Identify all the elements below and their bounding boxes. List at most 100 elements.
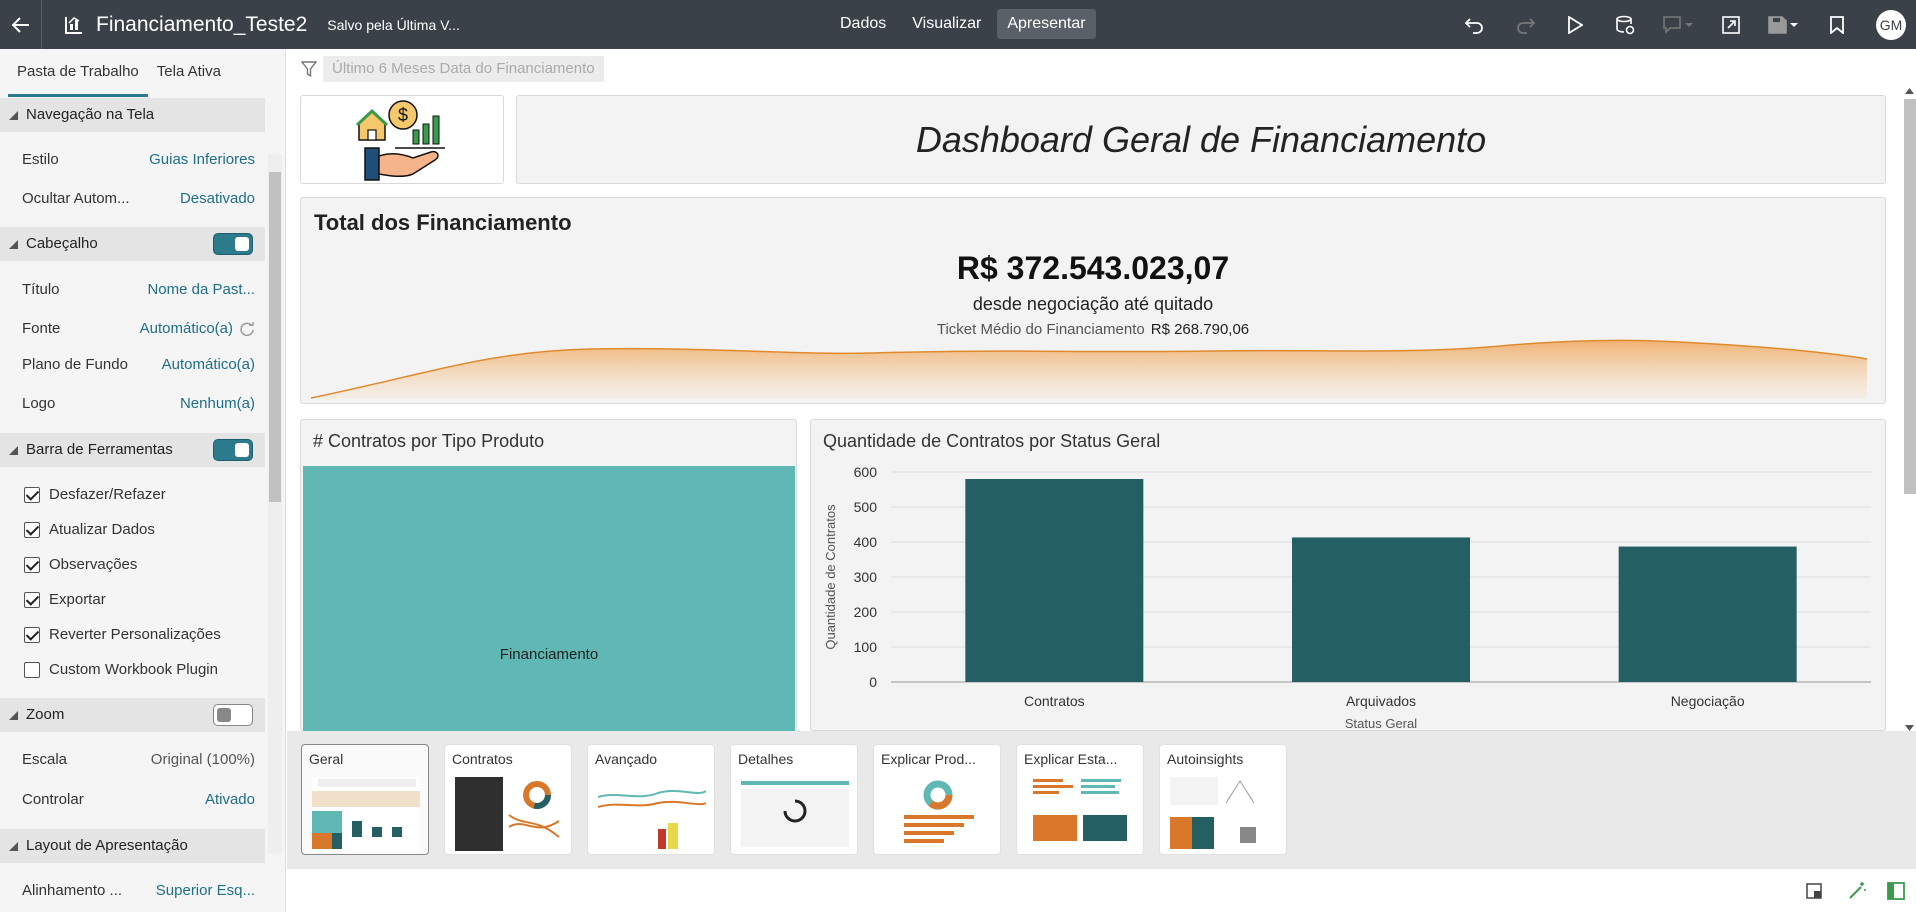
x-tick-label: Arquivados: [1346, 693, 1416, 709]
prop-key: Controlar: [22, 791, 84, 808]
x-tick-label: Contratos: [1024, 693, 1085, 709]
canvas-scrollbar[interactable]: [1902, 87, 1916, 731]
workbook-title[interactable]: Financiamento_Teste2: [96, 13, 307, 37]
scroll-up-icon[interactable]: [1905, 87, 1914, 94]
canvas-thumb-detalhes[interactable]: Detalhes: [730, 744, 858, 855]
prop-value[interactable]: Automático(a): [140, 311, 233, 347]
header-toggle[interactable]: [213, 233, 253, 255]
prop-value[interactable]: Nenhum(a): [180, 386, 255, 422]
bookmark-icon: [1830, 15, 1844, 34]
thumb-label: Explicar Prod...: [881, 751, 976, 767]
checkbox-icon: [24, 557, 40, 573]
checkbox-observacoes[interactable]: Observações: [24, 550, 137, 580]
save-button[interactable]: [1756, 0, 1812, 49]
total-value: R$ 372.543.023,07: [956, 250, 1230, 286]
comments-button[interactable]: [1650, 0, 1706, 49]
bar[interactable]: [965, 479, 1144, 682]
checkbox-label: Atualizar Dados: [49, 521, 155, 538]
canvas-thumb-contratos[interactable]: Contratos: [444, 744, 572, 855]
dashboard-canvas: Último 6 Meses Data do Financiamento $ D…: [287, 49, 1916, 732]
prop-value[interactable]: Ativado: [205, 782, 255, 818]
bar-chart-title: Quantidade de Contratos por Status Geral: [823, 431, 1161, 451]
section-label: Barra de Ferramentas: [26, 441, 173, 458]
total-card[interactable]: Total dos Financiamento R$ 372.543.023,0…: [300, 197, 1886, 404]
section-cabecalho[interactable]: Cabeçalho: [0, 227, 265, 261]
prop-plano-de-fundo: Plano de Fundo Automático(a): [22, 347, 265, 383]
prop-key: Plano de Fundo: [22, 356, 128, 373]
prop-value[interactable]: Original (100%): [151, 742, 255, 778]
section-layout[interactable]: Layout de Apresentação: [0, 829, 265, 863]
treemap-card[interactable]: # Contratos por Tipo Produto Financiamen…: [300, 419, 797, 732]
tab-pasta-de-trabalho[interactable]: Pasta de Trabalho: [8, 49, 148, 97]
play-button[interactable]: [1550, 0, 1600, 49]
scrollbar-thumb[interactable]: [1904, 99, 1916, 494]
checkbox-reverter[interactable]: Reverter Personalizações: [24, 620, 221, 650]
collapse-triangle-icon: [9, 111, 18, 120]
prop-value[interactable]: Desativado: [180, 181, 255, 217]
prop-alinhamento: Alinhamento ... Superior Esq...: [22, 873, 265, 909]
redo-button[interactable]: [1500, 0, 1550, 49]
magic-wand-icon[interactable]: [1847, 881, 1867, 901]
scrollbar-thumb[interactable]: [269, 172, 281, 502]
canvas-thumb-explicar-prod[interactable]: Explicar Prod...: [873, 744, 1001, 855]
collapse-triangle-icon: [9, 446, 18, 455]
prop-value[interactable]: Automático(a): [162, 347, 255, 383]
canvas-thumb-explicar-esta[interactable]: Explicar Esta...: [1016, 744, 1144, 855]
prop-key: Escala: [22, 751, 68, 768]
filter-chip[interactable]: Último 6 Meses Data do Financiamento: [323, 56, 604, 82]
section-zoom[interactable]: Zoom: [0, 698, 265, 732]
thumb-label: Detalhes: [738, 751, 794, 767]
bar-chart-card[interactable]: Quantidade de Contratos por Status Geral…: [810, 419, 1886, 731]
refresh-data-button[interactable]: [1600, 0, 1650, 49]
bar[interactable]: [1618, 546, 1797, 682]
toolbar-toggle[interactable]: [213, 439, 253, 461]
prop-key: Ocultar Autom...: [22, 190, 130, 207]
tab-visualizar[interactable]: Visualizar: [902, 9, 991, 39]
collapse-triangle-icon: [9, 711, 18, 720]
properties-panel: Pasta de Trabalho Tela Ativa Navegação n…: [0, 49, 286, 912]
prop-estilo: Estilo Guias Inferiores: [22, 142, 265, 178]
y-tick-label: 600: [854, 464, 878, 480]
tab-apresentar[interactable]: Apresentar: [997, 9, 1096, 39]
canvas-thumb-geral[interactable]: Geral: [301, 744, 429, 855]
checkbox-icon: [24, 522, 40, 538]
checkbox-exportar[interactable]: Exportar: [24, 585, 106, 615]
prop-value[interactable]: Superior Esq...: [156, 873, 255, 909]
canvas-thumb-avancado[interactable]: Avançado: [587, 744, 715, 855]
tab-tela-ativa[interactable]: Tela Ativa: [148, 49, 230, 97]
reset-icon[interactable]: [240, 322, 255, 337]
prop-fonte: Fonte Automático(a): [22, 311, 265, 347]
section-barra-de-ferramentas[interactable]: Barra de Ferramentas: [0, 433, 265, 467]
thumb-preview: [1033, 779, 1127, 841]
zoom-toggle[interactable]: [213, 704, 253, 726]
checkbox-icon: [24, 487, 40, 503]
section-navegacao[interactable]: Navegação na Tela: [0, 98, 265, 132]
prop-value[interactable]: Nome da Past...: [147, 272, 255, 308]
checkbox-desfazer[interactable]: Desfazer/Refazer: [24, 480, 166, 510]
filter-icon[interactable]: [301, 61, 317, 77]
panel-toggle-icon[interactable]: [1886, 881, 1906, 901]
checkbox-atualizar[interactable]: Atualizar Dados: [24, 515, 155, 545]
checkbox-label: Reverter Personalizações: [49, 626, 221, 643]
checkbox-custom-plugin[interactable]: Custom Workbook Plugin: [24, 655, 218, 685]
treemap-tile[interactable]: Financiamento: [303, 466, 795, 732]
user-avatar[interactable]: GM: [1876, 9, 1906, 40]
panel-scrollbar[interactable]: [268, 154, 282, 854]
presentation-icon[interactable]: [1805, 881, 1825, 901]
prop-key: Logo: [22, 395, 56, 412]
status-bar: [287, 869, 1916, 912]
back-button[interactable]: [0, 0, 42, 49]
tab-dados[interactable]: Dados: [830, 9, 896, 39]
total-title: Total dos Financiamento: [314, 210, 572, 235]
undo-button[interactable]: [1450, 0, 1500, 49]
export-button[interactable]: [1706, 0, 1756, 49]
thumb-preview: [312, 777, 420, 851]
top-bar: Financiamento_Teste2 Salvo pela Última V…: [0, 0, 1916, 49]
prop-value[interactable]: Guias Inferiores: [149, 142, 255, 178]
bookmark-button[interactable]: [1812, 0, 1862, 49]
canvas-thumb-autoinsights[interactable]: Autoinsights: [1159, 744, 1287, 855]
canvas-tabs: Geral Contratos Avançado Detalhes Explic…: [287, 731, 1916, 869]
save-icon: [1768, 15, 1798, 34]
bar[interactable]: [1292, 537, 1470, 682]
arrow-left-icon: [11, 16, 29, 33]
